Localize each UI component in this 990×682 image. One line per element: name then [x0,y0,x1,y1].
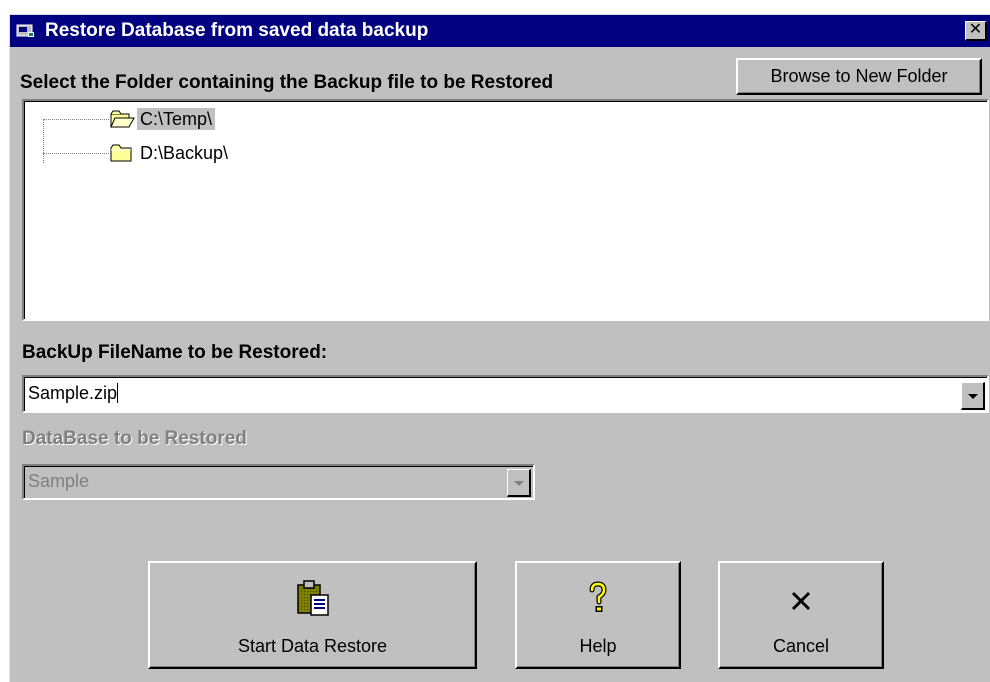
tree-connector-horizontal [43,119,109,120]
window-title: Restore Database from saved data backup [45,20,429,41]
browse-new-folder-button[interactable]: Browse to New Folder [736,58,982,95]
cancel-label: Cancel [772,636,830,656]
help-icon [589,581,607,612]
clipboard-icon [296,580,329,616]
restore-dialog: Restore Database from saved data backup … [9,14,990,682]
backup-filename-value: Sample.zip [28,383,118,403]
cancel-button[interactable]: Cancel [718,561,884,669]
close-icon [791,591,811,611]
tree-item-label: D:\Backup\ [140,143,229,163]
database-dropdown-button [507,469,531,497]
backup-filename-label: BackUp FileName to be Restored: [22,342,328,363]
tree-item-backup[interactable]: D:\Backup\ [109,142,289,166]
app-icon [16,24,34,37]
tree-connector-horizontal [43,153,109,154]
browse-button-label: Browse to New Folder [770,66,948,86]
backup-filename-dropdown-button[interactable] [961,382,985,410]
close-icon: ✕ [968,21,983,38]
start-data-restore-button[interactable]: Start Data Restore [148,561,477,669]
folder-icon [110,144,132,162]
database-value: Sample [28,471,90,491]
title-bar: Restore Database from saved data backup … [10,15,990,47]
backup-filename-combo[interactable]: Sample.zip [22,375,989,413]
start-restore-label: Start Data Restore [237,636,388,656]
help-button[interactable]: Help [515,561,681,669]
tree-connector-vertical [43,119,44,163]
chevron-down-icon [514,481,524,486]
open-folder-icon [110,110,135,128]
folder-tree[interactable]: C:\Temp\ D:\Backup\ [22,99,989,321]
tree-item-label: C:\Temp\ [137,108,216,130]
close-window-button[interactable]: ✕ [965,21,987,41]
help-label: Help [579,636,617,656]
database-combo: Sample [22,464,535,500]
folder-section-label: Select the Folder containing the Backup … [20,72,554,93]
tree-item-temp[interactable]: C:\Temp\ [109,108,269,132]
text-caret [117,383,119,403]
chevron-down-icon [968,394,978,399]
database-label: DataBase to be Restored [22,428,247,449]
